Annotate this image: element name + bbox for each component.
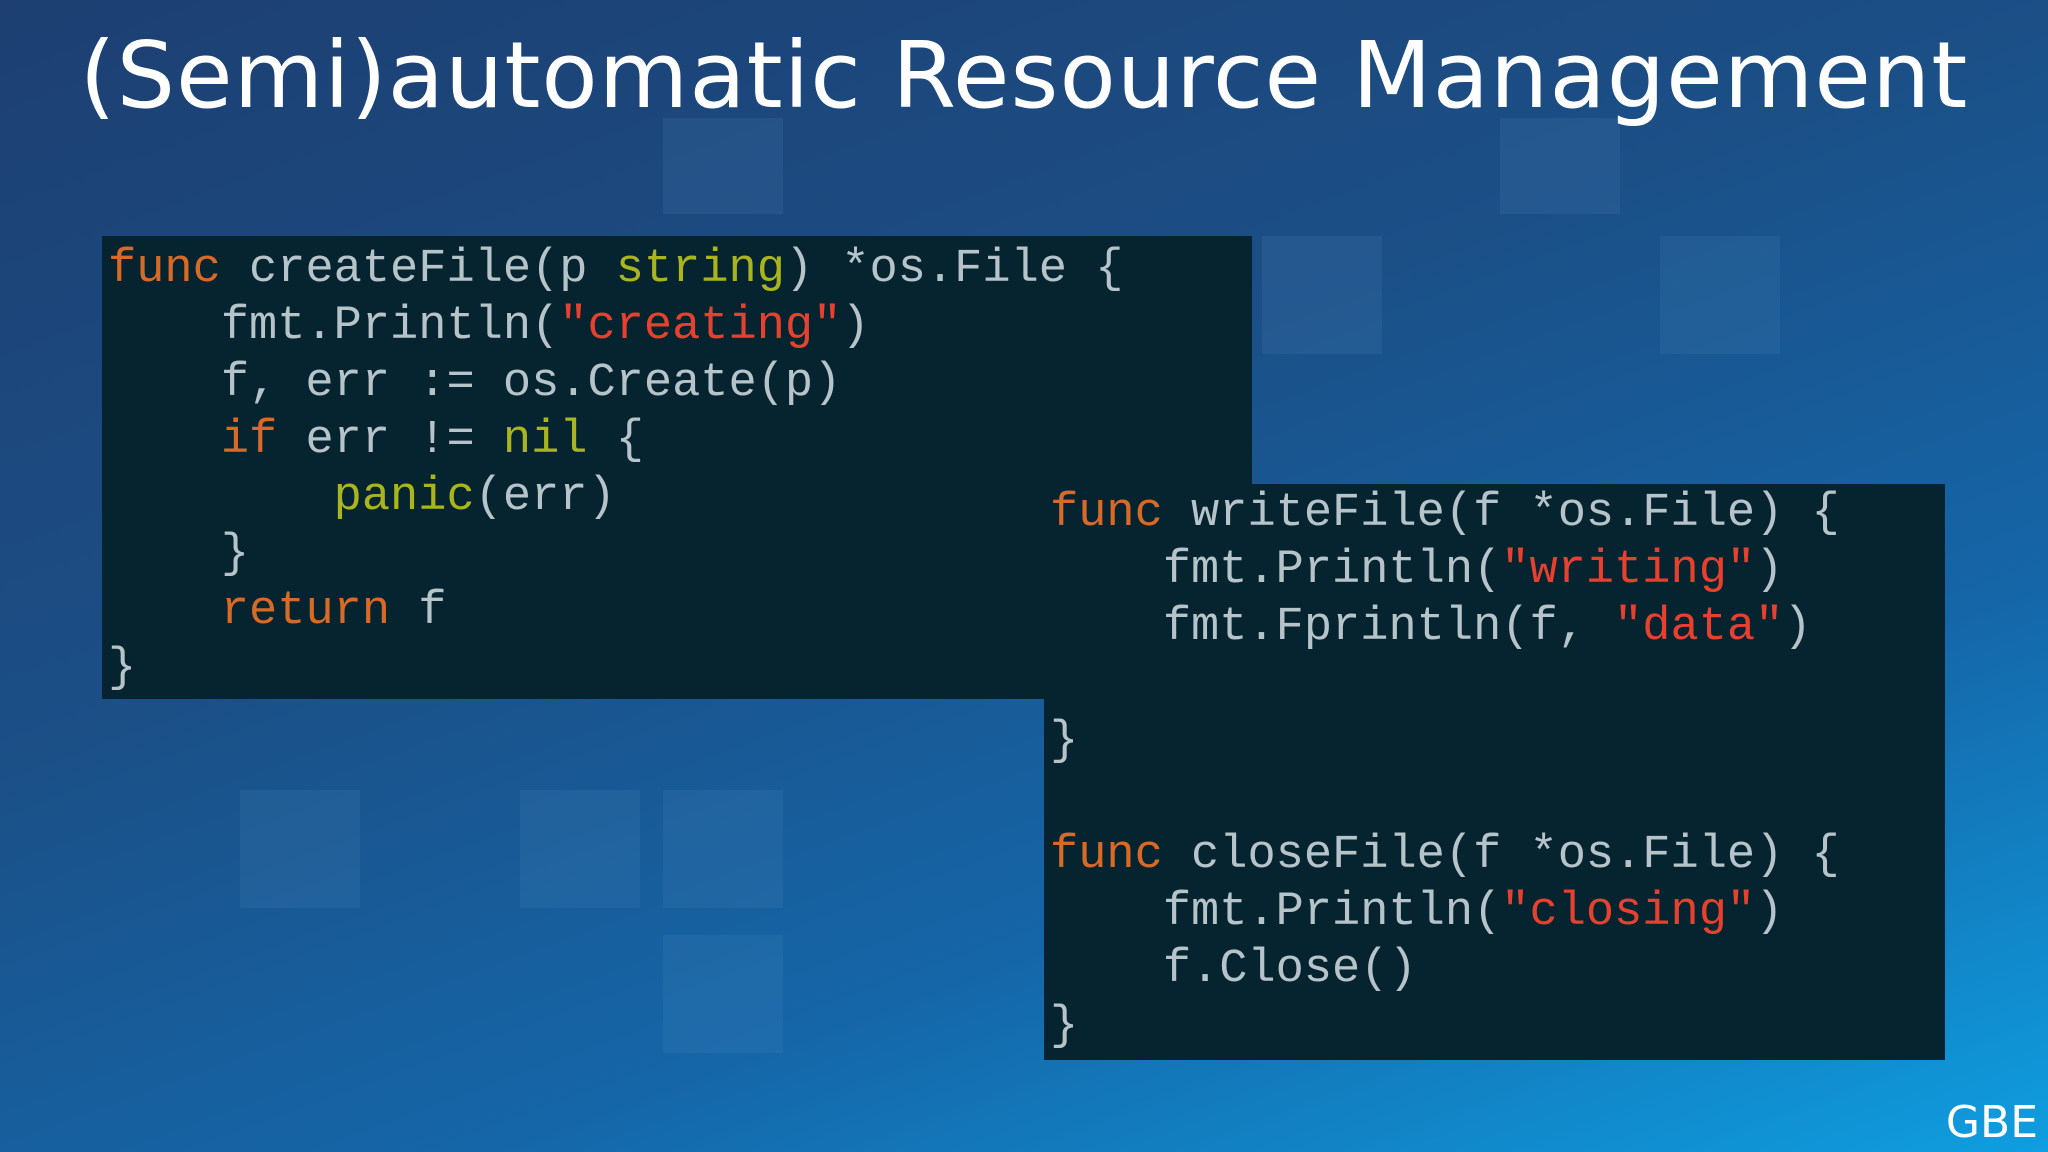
code-line: } [108, 528, 250, 581]
slide-title: (Semi)automatic Resource Management [79, 22, 1969, 129]
background-tile [663, 118, 783, 214]
code-line: func writeFile(f *os.File) { [1050, 487, 1840, 540]
code-line: fmt.Println("closing") [1050, 886, 1784, 939]
code-line: fmt.Println("writing") [1050, 544, 1784, 597]
background-tile [520, 790, 640, 908]
code-line: } [108, 642, 137, 695]
code-line: f, err := os.Create(p) [108, 357, 842, 410]
code-block-create-file: func createFile(p string) *os.File { fmt… [108, 241, 1123, 697]
code-line: func closeFile(f *os.File) { [1050, 829, 1840, 882]
background-tile [1660, 236, 1780, 354]
code-line: panic(err) [333, 471, 616, 524]
code-line: if err != nil { [220, 414, 644, 467]
background-tile [663, 790, 783, 908]
code-line: fmt.Fprintln(f, "data") [1050, 601, 1812, 654]
background-tile [1262, 236, 1382, 354]
code-block-write-close-file: func writeFile(f *os.File) { fmt.Println… [1050, 485, 1840, 1055]
code-line: fmt.Println("creating") [108, 300, 870, 353]
code-line: func createFile(p string) *os.File { [108, 243, 1124, 296]
background-tile [1500, 118, 1620, 214]
code-line: } [1050, 715, 1079, 768]
code-line: return f [220, 585, 447, 638]
code-line: } [1050, 1000, 1079, 1053]
code-line: f.Close() [1050, 943, 1417, 996]
background-tile [663, 935, 783, 1053]
brand-logo-text: GBE [1945, 1097, 2038, 1148]
background-tile [240, 790, 360, 908]
